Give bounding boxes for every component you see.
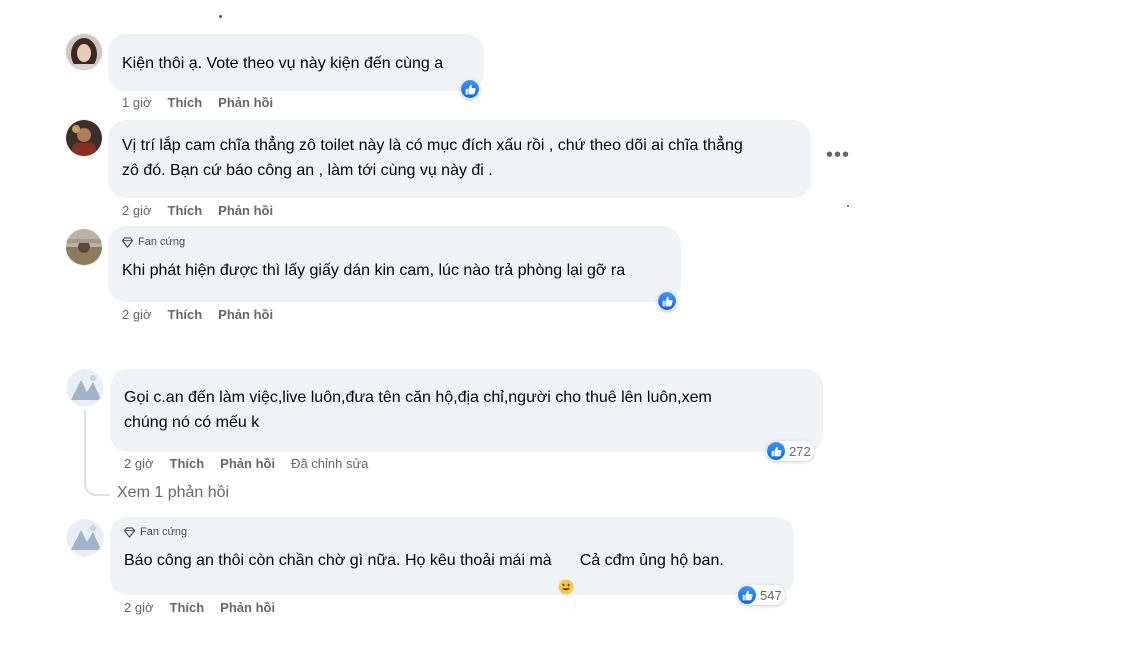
avatar[interactable] bbox=[66, 120, 102, 156]
comment-actions: 1 giờ Thích Phản hồi bbox=[122, 95, 273, 110]
thumbs-up-icon bbox=[461, 80, 479, 98]
badge-label: Fan cứng bbox=[140, 526, 188, 538]
comment-text: Báo công an thôi còn chần chờ gì nữa. Họ… bbox=[124, 548, 780, 594]
reaction-count: 547 bbox=[760, 587, 782, 603]
comment-timestamp[interactable]: 2 giờ bbox=[122, 203, 152, 218]
comment-text-part: Báo công an thôi còn chần chờ gì nữa. Họ… bbox=[124, 552, 552, 569]
badge-label: Fan cứng bbox=[138, 236, 186, 248]
like-button[interactable]: Thích bbox=[170, 456, 205, 471]
reply-thread-line bbox=[84, 410, 110, 496]
comment-timestamp[interactable]: 1 giờ bbox=[122, 95, 152, 110]
comment-text: Khi phát hiện được thì lấy giấy dán kin … bbox=[122, 262, 626, 279]
comment-bubble: Fan cứng Báo công an thôi còn chần chờ g… bbox=[110, 517, 794, 595]
like-button[interactable]: Thích bbox=[168, 203, 203, 218]
like-button[interactable]: Thích bbox=[168, 307, 203, 322]
view-replies-link[interactable]: Xem 1 phản hồi bbox=[117, 484, 229, 502]
comment-actions: 2 giờ Thích Phản hồi bbox=[122, 307, 273, 322]
comment-actions: 2 giờ Thích Phản hồi bbox=[124, 600, 275, 615]
avatar[interactable] bbox=[66, 34, 102, 70]
comment-text: Vị trí lắp cam chĩa thẳng zô toilet này … bbox=[122, 137, 743, 179]
comment-bubble: Vị trí lắp cam chĩa thẳng zô toilet này … bbox=[108, 120, 811, 198]
comment-timestamp[interactable]: 2 giờ bbox=[124, 456, 154, 471]
thumbs-up-icon bbox=[738, 586, 756, 604]
comment-text-part: Cả cđm ủng hộ ban. bbox=[579, 552, 724, 569]
like-button[interactable]: Thích bbox=[170, 600, 205, 615]
comment-actions: 2 giờ Thích Phản hồi Đã chỉnh sửa bbox=[124, 456, 368, 471]
reply-button[interactable]: Phản hồi bbox=[218, 203, 273, 218]
comment-text: Kiện thôi ạ. Vote theo vụ này kiện đến c… bbox=[122, 55, 444, 72]
comment-timestamp[interactable]: 2 giờ bbox=[122, 307, 152, 322]
reaction-summary[interactable] bbox=[460, 79, 480, 99]
reply-button[interactable]: Phản hồi bbox=[220, 600, 275, 615]
more-options-icon[interactable]: ••• bbox=[826, 145, 850, 165]
avatar[interactable] bbox=[67, 370, 103, 406]
comment-timestamp[interactable]: 2 giờ bbox=[124, 600, 154, 615]
diamond-icon bbox=[124, 526, 135, 538]
comment-bubble: Kiện thôi ạ. Vote theo vụ này kiện đến c… bbox=[108, 34, 484, 91]
like-button[interactable]: Thích bbox=[168, 95, 203, 110]
reaction-count: 272 bbox=[789, 443, 811, 459]
top-fan-badge: Fan cứng bbox=[122, 236, 667, 248]
diamond-icon bbox=[122, 236, 133, 248]
avatar[interactable] bbox=[66, 229, 102, 265]
top-fan-badge: Fan cứng bbox=[124, 526, 780, 538]
reaction-summary[interactable]: 272 bbox=[766, 441, 814, 461]
reaction-summary[interactable] bbox=[657, 291, 677, 311]
reply-button[interactable]: Phản hồi bbox=[218, 307, 273, 322]
comment-text: Gọi c.an đến làm việc,live luôn,đưa tên … bbox=[124, 389, 712, 431]
comment-actions: 2 giờ Thích Phản hồi bbox=[122, 203, 273, 218]
thumbs-up-icon bbox=[767, 442, 785, 460]
comment-bubble: Gọi c.an đến làm việc,live luôn,đưa tên … bbox=[110, 369, 823, 452]
reaction-summary[interactable]: 547 bbox=[737, 585, 785, 605]
thumbs-up-icon bbox=[658, 292, 676, 310]
stray-dot bbox=[847, 205, 849, 207]
comment-bubble: Fan cứng Khi phát hiện được thì lấy giấy… bbox=[108, 226, 681, 302]
edited-label: Đã chỉnh sửa bbox=[291, 456, 369, 471]
reply-button[interactable]: Phản hồi bbox=[220, 456, 275, 471]
stray-dot bbox=[219, 15, 222, 18]
reply-button[interactable]: Phản hồi bbox=[218, 95, 273, 110]
grinning-face-emoji bbox=[558, 553, 574, 594]
avatar[interactable] bbox=[67, 520, 103, 556]
